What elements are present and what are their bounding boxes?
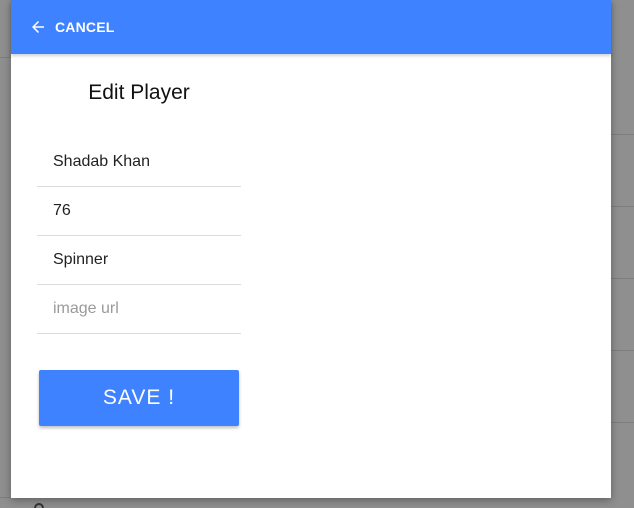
cancel-button[interactable]: CANCEL xyxy=(29,18,115,36)
role-input[interactable] xyxy=(53,236,233,284)
edit-player-form: Edit Player SAVE ! xyxy=(37,54,241,426)
cancel-label: CANCEL xyxy=(55,19,115,35)
background-divider xyxy=(611,422,634,423)
name-input[interactable] xyxy=(53,138,233,186)
edit-player-dialog: CANCEL Edit Player SAVE ! xyxy=(11,0,611,498)
form-fields xyxy=(37,138,241,334)
background-divider xyxy=(0,497,11,498)
background-divider xyxy=(611,350,634,351)
arrow-left-icon xyxy=(32,21,44,33)
dialog-toolbar: CANCEL xyxy=(11,0,611,54)
save-button[interactable]: SAVE ! xyxy=(39,370,239,426)
role-field-container xyxy=(37,236,241,285)
background-divider xyxy=(0,57,11,58)
image-url-input[interactable] xyxy=(53,285,233,333)
age-field-container xyxy=(37,187,241,236)
page-title: Edit Player xyxy=(88,81,190,104)
background-divider xyxy=(611,134,634,135)
image-url-field-container xyxy=(37,285,241,334)
age-input[interactable] xyxy=(53,187,233,235)
background-divider xyxy=(611,206,634,207)
background-content xyxy=(34,500,74,508)
name-field-container xyxy=(37,138,241,187)
background-divider xyxy=(611,278,634,279)
